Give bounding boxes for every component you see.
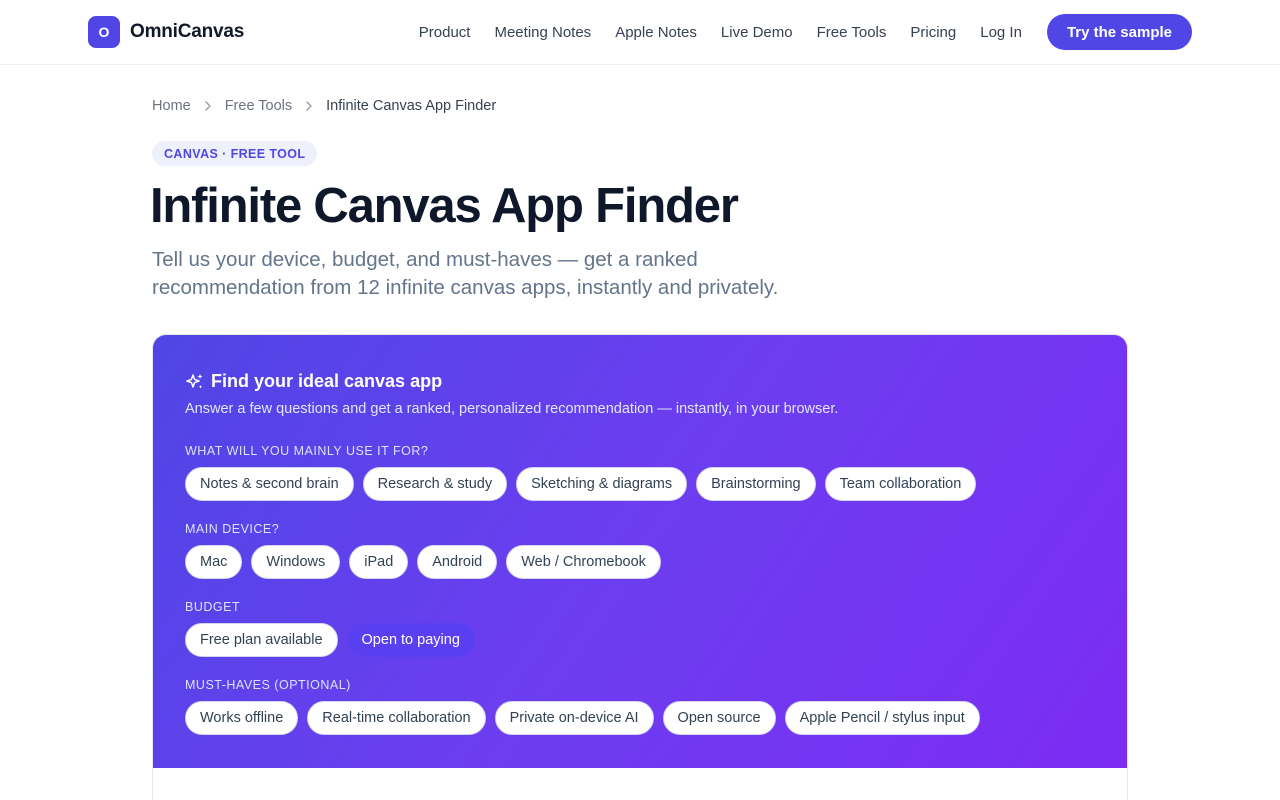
chevron-right-icon	[301, 98, 317, 114]
option-ipad[interactable]: iPad	[349, 545, 409, 579]
nav-log-in[interactable]: Log In	[980, 24, 1022, 41]
option-research-study[interactable]: Research & study	[362, 467, 508, 501]
brand-mark: O	[88, 16, 120, 48]
nav-apple-notes[interactable]: Apple Notes	[615, 24, 697, 41]
option-open-to-paying[interactable]: Open to paying	[346, 623, 475, 657]
finder-heading: Find your ideal canvas app	[185, 371, 442, 392]
question-budget-label: BUDGET	[185, 600, 241, 614]
question-must-haves-label: MUST-HAVES (OPTIONAL)	[185, 678, 351, 692]
option-open-source[interactable]: Open source	[662, 701, 776, 735]
category-badge: CANVAS · FREE TOOL	[152, 141, 318, 166]
finder-description: Answer a few questions and get a ranked,…	[185, 401, 839, 417]
nav-meeting-notes[interactable]: Meeting Notes	[494, 24, 591, 41]
breadcrumb-current: Infinite Canvas App Finder	[326, 98, 497, 114]
main-nav: Product Meeting Notes Apple Notes Live D…	[395, 14, 1192, 50]
question-budget-options: Free plan available Open to paying	[185, 623, 484, 657]
option-free-plan[interactable]: Free plan available	[185, 623, 338, 657]
app-finder-card: Find your ideal canvas app Answer a few …	[152, 334, 1128, 800]
brand-name: OmniCanvas	[130, 21, 245, 42]
option-notes-second-brain[interactable]: Notes & second brain	[185, 467, 354, 501]
finder-title: Find your ideal canvas app	[211, 371, 443, 391]
page-subtitle: Tell us your device, budget, and must-ha…	[152, 248, 779, 299]
option-realtime-collaboration[interactable]: Real-time collaboration	[307, 701, 486, 735]
option-brainstorming[interactable]: Brainstorming	[696, 467, 816, 501]
brand-logo-link[interactable]: O OmniCanvas	[88, 16, 244, 48]
finder-form-panel: Find your ideal canvas app Answer a few …	[153, 335, 1127, 768]
option-private-ai[interactable]: Private on-device AI	[494, 701, 654, 735]
option-windows[interactable]: Windows	[251, 545, 341, 579]
option-mac[interactable]: Mac	[185, 545, 243, 579]
option-sketching-diagrams[interactable]: Sketching & diagrams	[516, 467, 688, 501]
question-must-haves-options: Works offline Real-time collaboration Pr…	[185, 701, 989, 735]
option-works-offline[interactable]: Works offline	[185, 701, 299, 735]
nav-pricing[interactable]: Pricing	[910, 24, 956, 41]
breadcrumb-free-tools[interactable]: Free Tools	[225, 98, 292, 114]
question-device-label: MAIN DEVICE?	[185, 522, 280, 536]
option-team-collaboration[interactable]: Team collaboration	[824, 467, 977, 501]
nav-free-tools[interactable]: Free Tools	[817, 24, 887, 41]
try-sample-button[interactable]: Try the sample	[1046, 14, 1192, 50]
top-nav-bar: O OmniCanvas Product Meeting Notes Apple…	[0, 0, 1280, 65]
option-android[interactable]: Android	[417, 545, 498, 579]
question-device-options: Mac Windows iPad Android Web / Chromeboo…	[185, 545, 670, 579]
page-title: Infinite Canvas App Finder	[150, 179, 739, 233]
chevron-right-icon	[200, 98, 216, 114]
question-use-label: WHAT WILL YOU MAINLY USE IT FOR?	[185, 444, 429, 458]
option-web-chromebook[interactable]: Web / Chromebook	[506, 545, 661, 579]
option-stylus-input[interactable]: Apple Pencil / stylus input	[784, 701, 980, 735]
nav-product[interactable]: Product	[419, 24, 471, 41]
sparkles-icon	[186, 373, 203, 389]
breadcrumb: Home Free Tools Infinite Canvas App Find…	[152, 96, 496, 116]
breadcrumb-home[interactable]: Home	[152, 98, 191, 114]
nav-live-demo[interactable]: Live Demo	[721, 24, 793, 41]
question-use-options: Notes & second brain Research & study Sk…	[185, 467, 985, 501]
